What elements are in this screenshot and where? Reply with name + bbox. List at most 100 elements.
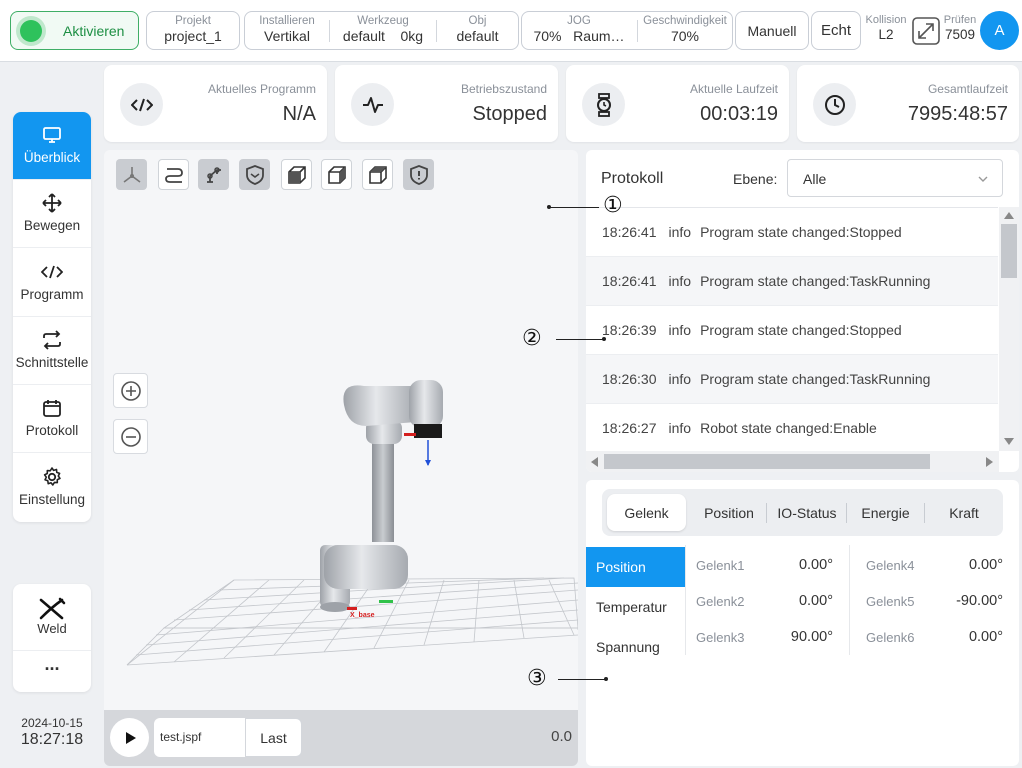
side-tab-position[interactable]: Position bbox=[586, 547, 685, 587]
side-tab-voltage[interactable]: Spannung bbox=[586, 627, 685, 667]
manual-mode-button[interactable]: Manuell bbox=[735, 11, 809, 50]
date-text: 2024-10-15 bbox=[21, 716, 83, 730]
log-entry[interactable]: 18:26:41 info Program state changed:Task… bbox=[586, 257, 998, 306]
joint-status-panel: Gelenk Position IO-Status Energie Kraft … bbox=[586, 480, 1019, 766]
scroll-right-icon[interactable] bbox=[985, 456, 995, 468]
joint-name: Gelenk3 bbox=[696, 630, 745, 645]
last-button[interactable]: Last bbox=[245, 718, 302, 757]
tool-cell[interactable]: Werkzeug default 0kg bbox=[330, 12, 436, 49]
speed-group[interactable]: JOG 70% Raum… Geschwindigkeit 70% bbox=[521, 11, 733, 50]
vertical-scrollbar[interactable] bbox=[999, 207, 1019, 451]
log-message: Robot state changed:Enable bbox=[700, 420, 877, 436]
collision-value: L2 bbox=[878, 27, 894, 42]
program-file-field[interactable]: test.jspf bbox=[154, 718, 246, 757]
tab-position[interactable]: Position bbox=[690, 494, 768, 531]
joint-name: Gelenk5 bbox=[866, 594, 915, 609]
scroll-thumb[interactable] bbox=[604, 454, 930, 469]
collision-level[interactable]: Kollision L2 bbox=[862, 14, 910, 42]
card-value: 7995:48:57 bbox=[907, 103, 1008, 125]
tab-force[interactable]: Kraft bbox=[925, 494, 1003, 531]
sidebar-item-move[interactable]: Bewegen bbox=[13, 180, 91, 248]
tab-io-status[interactable]: IO-Status bbox=[767, 494, 847, 531]
scroll-thumb[interactable] bbox=[1001, 224, 1017, 278]
weld-label: Weld bbox=[37, 621, 67, 636]
speed-cell[interactable]: Geschwindigkeit 70% bbox=[638, 12, 732, 49]
robot-3d-view[interactable]: X_base test.jspf Last 0.0 bbox=[104, 150, 578, 766]
log-time: 18:26:41 bbox=[602, 273, 657, 289]
collision-label: Kollision bbox=[865, 14, 907, 26]
obj-label: Obj bbox=[468, 15, 487, 27]
divider bbox=[849, 545, 850, 655]
card-label: Aktuelle Laufzeit bbox=[689, 82, 778, 96]
jog-space: Raum… bbox=[573, 28, 625, 44]
joint-name: Gelenk6 bbox=[866, 630, 915, 645]
joint-value: 0.00° bbox=[798, 557, 833, 573]
scroll-up-icon[interactable] bbox=[1003, 210, 1015, 220]
real-mode-button[interactable]: Echt bbox=[811, 11, 861, 50]
log-message: Program state changed:Stopped bbox=[700, 322, 902, 338]
card-value: 00:03:19 bbox=[700, 103, 778, 125]
log-entry[interactable]: 18:26:27 info Robot state changed:Enable bbox=[586, 404, 998, 451]
gear-icon bbox=[13, 466, 91, 488]
jog-cell[interactable]: JOG 70% Raum… bbox=[522, 12, 636, 49]
log-entry[interactable]: 18:26:30 info Program state changed:Task… bbox=[586, 355, 998, 404]
sidebar-item-program[interactable]: Programm bbox=[13, 249, 91, 317]
sidebar-item-label: Protokoll bbox=[25, 423, 79, 438]
check-status[interactable]: Prüfen 7509 bbox=[941, 14, 979, 42]
tab-joint[interactable]: Gelenk bbox=[607, 494, 686, 531]
callout-3-line bbox=[558, 679, 606, 680]
tab-energy[interactable]: Energie bbox=[847, 494, 924, 531]
tool-name: default bbox=[342, 28, 385, 44]
more-button[interactable]: ··· bbox=[13, 652, 91, 692]
obj-cell[interactable]: Obj default bbox=[437, 12, 518, 49]
callout-3-dot bbox=[604, 677, 608, 681]
log-entry[interactable]: 18:26:39 info Program state changed:Stop… bbox=[586, 306, 998, 355]
divider bbox=[685, 545, 686, 655]
jog-percent: 70% bbox=[533, 28, 562, 44]
sidebar-item-label: Bewegen bbox=[23, 218, 81, 233]
project-value: project_1 bbox=[164, 28, 222, 44]
log-entry[interactable]: 18:26:41 info Program state changed:Stop… bbox=[586, 208, 998, 257]
side-tab-temperature[interactable]: Temperatur bbox=[586, 587, 685, 627]
installation-group[interactable]: Installieren Vertikal Werkzeug default 0… bbox=[244, 11, 519, 50]
calendar-icon bbox=[13, 397, 91, 419]
card-current-program: Aktuelles Programm N/A bbox=[104, 65, 327, 142]
scroll-down-icon[interactable] bbox=[1003, 437, 1015, 447]
power-status-icon bbox=[20, 19, 42, 42]
activate-button[interactable]: Aktivieren bbox=[10, 11, 139, 50]
joint-value: 90.00° bbox=[790, 629, 833, 645]
sidebar-item-settings[interactable]: Einstellung bbox=[13, 454, 91, 522]
user-avatar[interactable]: A bbox=[980, 11, 1019, 50]
callout-2-line bbox=[556, 339, 604, 340]
level-select[interactable]: Alle bbox=[787, 159, 1003, 197]
play-icon bbox=[125, 731, 136, 744]
level-label: Ebene: bbox=[733, 171, 778, 187]
callout-1-line bbox=[549, 207, 599, 208]
install-value: Vertikal bbox=[264, 28, 310, 44]
project-selector[interactable]: Projekt project_1 bbox=[146, 11, 240, 50]
install-cell[interactable]: Installieren Vertikal bbox=[245, 12, 329, 49]
weld-button[interactable]: Weld bbox=[13, 584, 91, 651]
log-time: 18:26:41 bbox=[602, 224, 657, 240]
chevron-down-icon bbox=[978, 176, 988, 182]
horizontal-scrollbar[interactable] bbox=[586, 451, 999, 472]
joint-value: 0.00° bbox=[968, 629, 1003, 645]
sidebar-item-protocol[interactable]: Protokoll bbox=[13, 385, 91, 453]
log-level: info bbox=[668, 420, 692, 436]
log-list[interactable]: 18:26:41 info Program state changed:Stop… bbox=[586, 207, 998, 451]
obj-value: default bbox=[456, 28, 499, 44]
scroll-left-icon[interactable] bbox=[589, 456, 599, 468]
play-button[interactable] bbox=[110, 718, 149, 757]
weld-torch-icon bbox=[13, 597, 91, 621]
install-label: Installieren bbox=[259, 15, 315, 27]
protocol-panel: Protokoll Ebene: Alle 18:26:41 info Prog… bbox=[586, 150, 1019, 472]
card-label: Betriebszustand bbox=[460, 82, 547, 96]
card-value: N/A bbox=[282, 103, 316, 125]
sidebar-item-overview[interactable]: Überblick bbox=[13, 112, 91, 180]
sidebar-item-interface[interactable]: Schnittstelle bbox=[13, 317, 91, 385]
log-time: 18:26:30 bbox=[602, 371, 657, 387]
card-total-runtime: Gesamtlaufzeit 7995:48:57 bbox=[797, 65, 1019, 142]
playback-bar: test.jspf Last 0.0 bbox=[104, 710, 578, 766]
activate-label: Aktivieren bbox=[63, 22, 125, 39]
expand-icon[interactable] bbox=[911, 16, 941, 46]
